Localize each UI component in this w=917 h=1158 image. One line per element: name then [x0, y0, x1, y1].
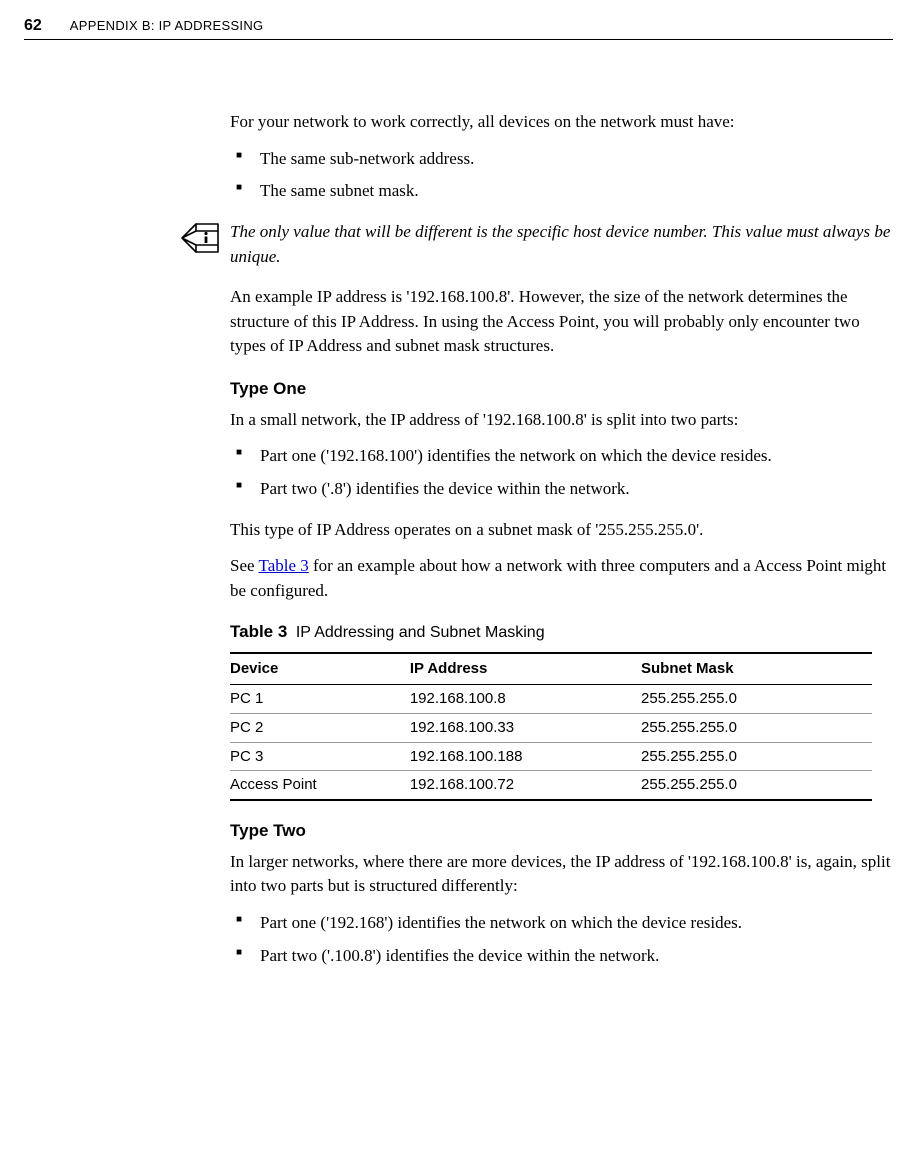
type-two-bullet-list: Part one ('192.168') identifies the netw… [230, 911, 899, 968]
table-cell: Access Point [230, 771, 410, 800]
table-title: IP Addressing and Subnet Masking [296, 624, 545, 641]
table-header-cell: IP Address [410, 653, 641, 684]
list-item: Part one ('192.168') identifies the netw… [230, 911, 899, 936]
table-label: Table 3 [230, 622, 287, 641]
ip-table: Device IP Address Subnet Mask PC 1 192.1… [230, 652, 872, 801]
table-header-cell: Device [230, 653, 410, 684]
table-row: PC 3 192.168.100.188 255.255.255.0 [230, 742, 872, 771]
table-cell: 255.255.255.0 [641, 685, 872, 714]
table-header-cell: Subnet Mask [641, 653, 872, 684]
list-item: Part one ('192.168.100') identifies the … [230, 444, 899, 469]
table-cell: 192.168.100.188 [410, 742, 641, 771]
table-cell: PC 3 [230, 742, 410, 771]
info-note: The only value that will be different is… [180, 220, 899, 269]
example-paragraph: An example IP address is '192.168.100.8'… [230, 285, 899, 359]
list-item: The same subnet mask. [230, 179, 899, 204]
type-one-intro: In a small network, the IP address of '1… [230, 408, 899, 433]
table-row: PC 1 192.168.100.8 255.255.255.0 [230, 685, 872, 714]
page-content: For your network to work correctly, all … [230, 110, 899, 984]
header-title: APPENDIX B: IP ADDRESSING [70, 17, 264, 36]
table-header-row: Device IP Address Subnet Mask [230, 653, 872, 684]
table-cell: PC 2 [230, 713, 410, 742]
page-number: 62 [24, 14, 42, 37]
table-link[interactable]: Table 3 [259, 556, 309, 575]
see-prefix: See [230, 556, 259, 575]
type-one-mask-para: This type of IP Address operates on a su… [230, 518, 899, 543]
table-cell: 255.255.255.0 [641, 771, 872, 800]
table-caption: Table 3 IP Addressing and Subnet Masking [230, 620, 899, 645]
list-item: Part two ('.100.8') identifies the devic… [230, 944, 899, 969]
info-note-text: The only value that will be different is… [230, 220, 899, 269]
intro-bullet-list: The same sub-network address. The same s… [230, 147, 899, 204]
table-cell: 192.168.100.72 [410, 771, 641, 800]
type-one-bullet-list: Part one ('192.168.100') identifies the … [230, 444, 899, 501]
table-cell: PC 1 [230, 685, 410, 714]
table-cell: 192.168.100.33 [410, 713, 641, 742]
intro-paragraph: For your network to work correctly, all … [230, 110, 899, 135]
type-one-heading: Type One [230, 377, 899, 402]
table-cell: 255.255.255.0 [641, 713, 872, 742]
table-cell: 192.168.100.8 [410, 685, 641, 714]
page-header: 62 APPENDIX B: IP ADDRESSING [24, 14, 893, 40]
type-one-see-para: See Table 3 for an example about how a n… [230, 554, 899, 603]
type-two-intro: In larger networks, where there are more… [230, 850, 899, 899]
table-row: PC 2 192.168.100.33 255.255.255.0 [230, 713, 872, 742]
table-row: Access Point 192.168.100.72 255.255.255.… [230, 771, 872, 800]
type-two-heading: Type Two [230, 819, 899, 844]
list-item: Part two ('.8') identifies the device wi… [230, 477, 899, 502]
table-cell: 255.255.255.0 [641, 742, 872, 771]
see-suffix: for an example about how a network with … [230, 556, 886, 600]
list-item: The same sub-network address. [230, 147, 899, 172]
info-icon [180, 222, 220, 254]
